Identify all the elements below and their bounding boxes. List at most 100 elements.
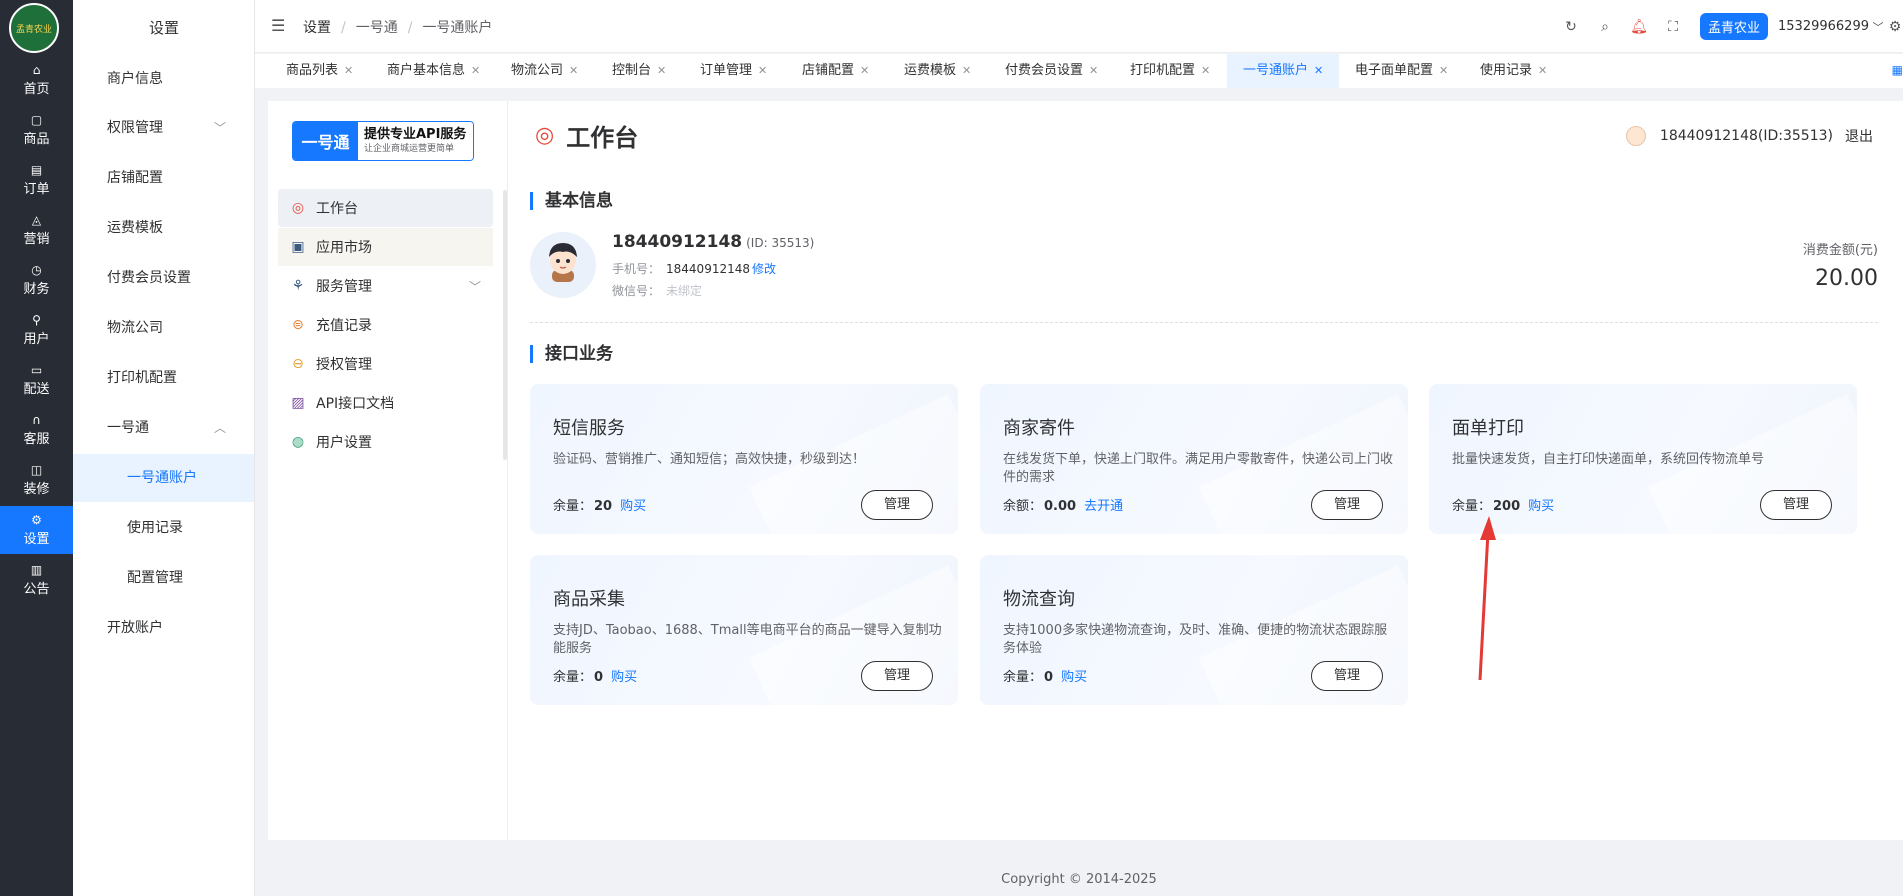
manage-button[interactable]: 管理 [1760,490,1832,520]
manage-button[interactable]: 管理 [861,490,933,520]
close-icon[interactable]: ✕ [962,64,971,77]
tab-e-waybill-config[interactable]: 电子面单配置 ✕ [1355,54,1448,88]
submenu-item-paid-membership[interactable]: 付费会员设置 [73,254,254,302]
manage-button[interactable]: 管理 [1311,490,1383,520]
close-icon[interactable]: ✕ [1439,64,1448,77]
rail-item-orders[interactable]: ▤ 订单 [0,156,73,204]
tab-label: 物流公司 [511,63,564,78]
rail-item-service[interactable]: ∩ 客服 [0,406,73,454]
rail-item-finance[interactable]: ◷ 财务 [0,256,73,304]
card-title: 商家寄件 [1003,418,1075,439]
quota-value: 0 [594,670,604,685]
tab-shipping-template[interactable]: 运费模板 ✕ [904,54,971,88]
close-icon[interactable]: ✕ [344,64,353,77]
chevron-down-icon: ﹀ [213,121,226,135]
side-nav-label: 应用市场 [316,240,372,256]
side-nav-authorization[interactable]: ⊖ 授权管理 [278,345,493,383]
rail-item-goods[interactable]: ▢ 商品 [0,106,73,154]
submenu-item-shipping-template[interactable]: 运费模板 [73,204,254,252]
close-icon[interactable]: ✕ [1538,64,1547,77]
rail-item-delivery[interactable]: ▭ 配送 [0,356,73,404]
activate-link[interactable]: 去开通 [1084,499,1123,514]
rail-item-decoration[interactable]: ◫ 装修 [0,456,73,504]
tabs-menu-icon[interactable]: ▦ [1892,63,1903,77]
gear-icon[interactable]: ⚙ [1887,19,1903,35]
close-icon[interactable]: ✕ [471,64,480,77]
shop-name-badge[interactable]: 孟青农业 [1700,13,1769,40]
manage-button[interactable]: 管理 [861,661,933,691]
buy-link[interactable]: 购买 [1528,499,1554,514]
breadcrumb-item[interactable]: 一号通 [356,20,398,36]
notification-icon[interactable]: 🔔︎ [1622,19,1656,35]
tab-console[interactable]: 控制台 ✕ [612,54,666,88]
submenu-item-config-management[interactable]: 配置管理 [73,554,254,602]
service-card-logistics-query: 物流查询 支持1000多家快递物流查询，及时、准确、便捷的物流状态跟踪服务体验 … [980,555,1408,705]
page-title-text: 工作台 [566,124,639,152]
submenu-item-open-account[interactable]: 开放账户 [73,604,254,652]
page-tabs: 商品列表 ✕ 商户基本信息 ✕ 物流公司 ✕ 控制台 ✕ 订单管理 ✕ 店铺配置 ✕ 运费模… [255,54,1903,88]
tab-store-config[interactable]: 店铺配置 ✕ [802,54,869,88]
chevron-down-icon[interactable]: ﹀ [1869,19,1887,35]
side-nav-scrollbar[interactable] [503,190,507,460]
side-nav-workbench[interactable]: ◎ 工作台 [278,189,493,227]
tab-label: 一号通账户 [1243,63,1309,78]
submenu-item-store-config[interactable]: 店铺配置 [73,154,254,202]
close-icon[interactable]: ✕ [758,64,767,77]
manage-button[interactable]: 管理 [1311,661,1383,691]
tab-usage-records[interactable]: 使用记录 ✕ [1480,54,1547,88]
submenu-item-printer-config[interactable]: 打印机配置 [73,354,254,402]
rail-item-marketing[interactable]: ◬ 营销 [0,206,73,254]
submenu-item-usage-records[interactable]: 使用记录 [73,504,254,552]
settings-submenu: 设置 商户信息 权限管理 ﹀ 店铺配置 运费模板 付费会员设置 物流公司 打印机配… [73,0,255,896]
tab-printer-config[interactable]: 打印机配置 ✕ [1130,54,1210,88]
rail-label: 财务 [23,282,50,297]
tab-logistics-company[interactable]: 物流公司 ✕ [511,54,578,88]
buy-link[interactable]: 购买 [611,670,637,685]
breadcrumb: 设置 / 一号通 / 一号通账户 [303,20,493,36]
tab-goods-list[interactable]: 商品列表 ✕ [286,54,353,88]
rail-label: 公告 [23,582,50,597]
brand-logo[interactable]: 孟青农业 [9,3,59,53]
refresh-icon[interactable]: ↻ [1554,19,1588,35]
side-nav-api-docs[interactable]: ▨ API接口文档 [278,384,493,422]
close-icon[interactable]: ✕ [1314,64,1323,77]
rail-item-settings[interactable]: ⚙ 设置 [0,506,73,554]
user-phone[interactable]: 15329966299 [1778,19,1869,34]
side-nav-app-market[interactable]: ▣ 应用市场 [278,228,493,266]
tab-label: 订单管理 [700,63,753,78]
side-nav-user-settings[interactable]: ◍ 用户设置 [278,423,493,461]
tab-yihaotong-account[interactable]: 一号通账户 ✕ [1227,54,1340,88]
brush-icon: ◫ [30,463,43,477]
tab-merchant-basic-info[interactable]: 商户基本信息 ✕ [387,54,480,88]
close-icon[interactable]: ✕ [1201,64,1210,77]
submenu-item-logistics[interactable]: 物流公司 [73,304,254,352]
close-icon[interactable]: ✕ [657,64,666,77]
submenu-item-permissions[interactable]: 权限管理 ﹀ [73,104,254,152]
tab-paid-membership[interactable]: 付费会员设置 ✕ [1005,54,1098,88]
menu-toggle-icon[interactable]: ☰ [271,16,285,35]
logout-link[interactable]: 退出 [1845,126,1873,146]
rail-label: 用户 [23,332,50,347]
close-icon[interactable]: ✕ [569,64,578,77]
fullscreen-icon[interactable]: ⛶ [1656,19,1690,35]
rail-item-home[interactable]: ⌂ 首页 [0,56,73,104]
modify-phone-link[interactable]: 修改 [752,262,776,276]
rail-item-notice[interactable]: ▥ 公告 [0,556,73,604]
buy-link[interactable]: 购买 [1061,670,1087,685]
side-nav-label: API接口文档 [316,396,395,412]
tab-label: 打印机配置 [1130,63,1196,78]
search-icon[interactable]: ⌕ [1588,19,1622,35]
tab-label: 商户基本信息 [387,63,466,78]
rail-item-users[interactable]: ⚲ 用户 [0,306,73,354]
breadcrumb-item[interactable]: 设置 [303,20,331,36]
side-nav-recharge-records[interactable]: ⊜ 充值记录 [278,306,493,344]
side-nav-service-management[interactable]: ⚘ 服务管理 ﹀ [278,267,493,305]
close-icon[interactable]: ✕ [1089,64,1098,77]
tab-label: 店铺配置 [802,63,855,78]
submenu-item-yihaotong[interactable]: 一号通 ︿ [73,404,254,452]
buy-link[interactable]: 购买 [620,499,646,514]
close-icon[interactable]: ✕ [860,64,869,77]
submenu-item-merchant-info[interactable]: 商户信息 [73,55,254,103]
submenu-item-yihaotong-account[interactable]: 一号通账户 [73,454,254,502]
tab-order-management[interactable]: 订单管理 ✕ [700,54,767,88]
